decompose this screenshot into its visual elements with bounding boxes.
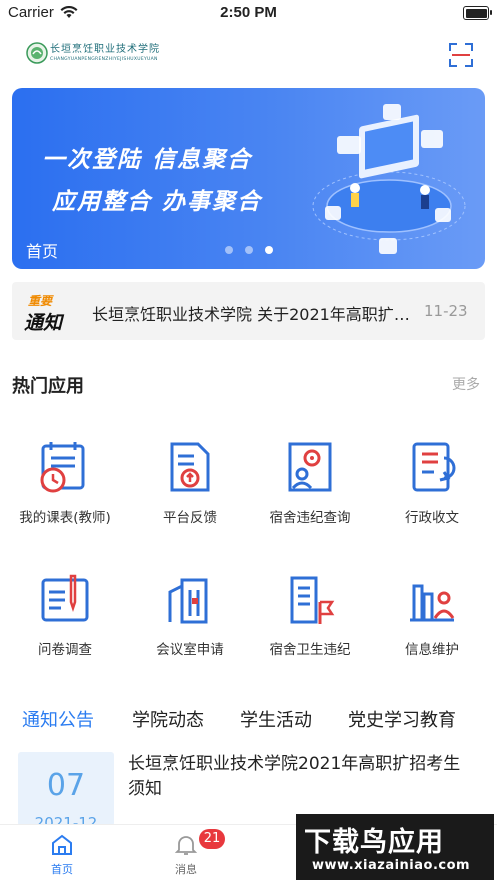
admin-document-icon	[412, 442, 456, 492]
school-emblem-icon	[26, 42, 48, 64]
app-label: 问卷调查	[38, 642, 92, 658]
watermark-url: www.xiazainiao.com	[312, 858, 471, 873]
battery-icon	[463, 6, 492, 20]
news-date-box: 07 2021-12	[18, 752, 114, 826]
tab-student-activities[interactable]: 学生活动	[240, 706, 312, 732]
carousel-dot[interactable]	[225, 246, 233, 254]
app-dorm-hygiene[interactable]: 宿舍卫生违纪	[250, 572, 370, 658]
app-label: 行政收文	[405, 510, 459, 526]
watermark-title: 下载鸟应用	[304, 827, 444, 858]
logo-subtitle: CHANGYUANPENGRENZHIYEJISHUXUEYUAN	[50, 56, 158, 62]
badge-bottom-text: 通知	[24, 312, 63, 334]
notice-text[interactable]: 长垣烹饪职业技术学院 关于2021年高职扩招考生须知	[92, 301, 422, 325]
nav-label: 首页	[51, 863, 73, 876]
banner-illustration	[312, 104, 466, 254]
tab-notices[interactable]: 通知公告	[22, 706, 94, 732]
tab-college-news[interactable]: 学院动态	[132, 706, 204, 732]
banner-slogan-2: 应用整合 办事聚合	[52, 189, 263, 215]
logo-title: 长垣烹饪职业技术学院	[50, 43, 160, 55]
app-label: 会议室申请	[156, 642, 224, 658]
message-count-badge: 21	[199, 829, 225, 849]
notice-date: 11-23	[424, 302, 468, 320]
important-notice-badge: 重要 通知	[24, 292, 68, 334]
app-info-maintenance[interactable]: 信息维护	[372, 572, 492, 658]
home-icon	[52, 834, 72, 855]
app-survey[interactable]: 问卷调查	[5, 572, 125, 658]
dorm-hygiene-icon	[290, 576, 335, 624]
nav-home[interactable]: 首页	[0, 825, 124, 877]
clock: 2:50 PM	[220, 4, 277, 21]
feedback-icon	[170, 442, 210, 492]
app-label: 平台反馈	[163, 510, 217, 526]
more-link[interactable]: 更多	[452, 374, 480, 394]
carousel-dot-active[interactable]	[265, 246, 273, 254]
app-feedback[interactable]: 平台反馈	[130, 440, 250, 526]
news-title[interactable]: 长垣烹饪职业技术学院2021年高职扩招考生须知	[128, 752, 473, 802]
app-dorm-violation[interactable]: 宿舍违纪查询	[250, 440, 370, 526]
app-label: 宿舍违纪查询	[269, 510, 351, 526]
news-day: 07	[46, 768, 86, 803]
scan-icon[interactable]	[449, 43, 473, 67]
news-tabs: 通知公告 学院动态 学生活动 党史学习教育	[0, 706, 497, 736]
nav-label: 消息	[175, 863, 197, 876]
carousel-indicator[interactable]	[225, 246, 273, 254]
school-logo: 长垣烹饪职业技术学院 CHANGYUANPENGRENZHIYEJISHUXUE…	[26, 40, 160, 66]
banner-caption: 首页	[26, 242, 59, 261]
hot-apps-title: 热门应用	[12, 376, 84, 397]
info-maintenance-icon	[410, 584, 455, 622]
schedule-icon	[40, 442, 85, 493]
app-label: 信息维护	[405, 642, 459, 658]
app-schedule[interactable]: 我的课表(教师)	[5, 440, 125, 526]
app-admin-document[interactable]: 行政收文	[372, 440, 492, 526]
dorm-violation-icon	[288, 442, 332, 492]
nav-messages[interactable]: 消息 21	[124, 825, 248, 877]
banner-slogan-1: 一次登陆 信息聚合	[42, 147, 253, 173]
meeting-room-icon	[168, 578, 208, 624]
watermark-overlay: 下载鸟应用 www.xiazainiao.com	[296, 814, 494, 880]
carousel-dot[interactable]	[245, 246, 253, 254]
tab-party-history[interactable]: 党史学习教育	[348, 706, 456, 732]
badge-top-text: 重要	[28, 294, 53, 308]
app-meeting-room[interactable]: 会议室申请	[130, 572, 250, 658]
survey-icon	[41, 574, 89, 622]
app-label: 宿舍卫生违纪	[269, 642, 351, 658]
status-bar: Carrier 2:50 PM	[0, 0, 497, 28]
important-notice-bar[interactable]: 重要 通知 长垣烹饪职业技术学院 关于2021年高职扩招考生须知 11-23	[12, 282, 485, 340]
app-label: 我的课表(教师)	[19, 510, 111, 526]
banner-carousel[interactable]: 一次登陆 信息聚合 应用整合 办事聚合 首页	[12, 88, 485, 269]
bell-icon	[174, 836, 198, 855]
